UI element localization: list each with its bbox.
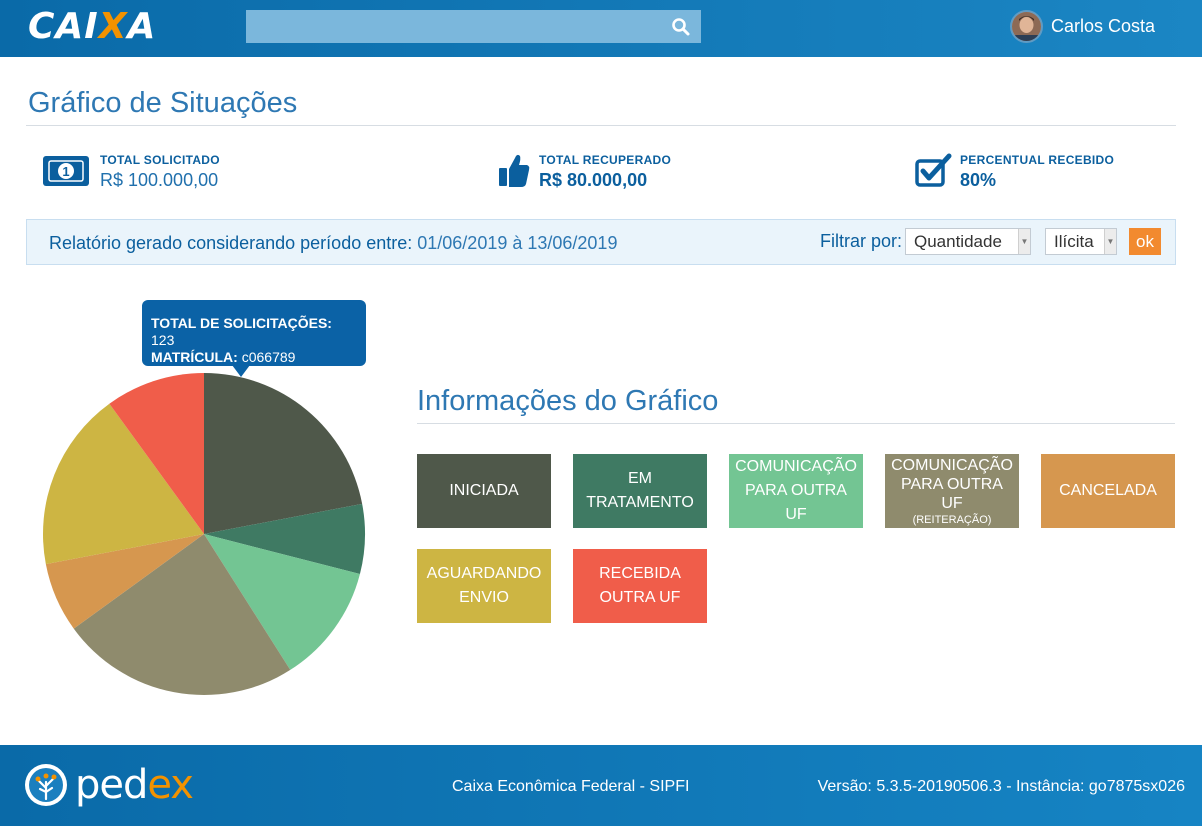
brand-b: e xyxy=(147,762,171,808)
money-bill-icon: 1 xyxy=(43,156,89,186)
brand-c: x xyxy=(170,762,194,808)
chart-tooltip: TOTAL DE SOLICITAÇÕES: 123 MATRÍCULA: c0… xyxy=(142,300,366,366)
legend-comunicacao[interactable]: COMUNICAÇÃO PARA OUTRA UF xyxy=(729,454,863,528)
situations-pie-chart xyxy=(43,373,365,695)
user-name[interactable]: Carlos Costa xyxy=(1051,16,1155,37)
filter-category-value: Ilícita xyxy=(1054,232,1094,251)
page-title: Gráfico de Situações xyxy=(28,87,298,119)
tooltip-caret xyxy=(232,365,250,377)
user-photo-icon xyxy=(1012,11,1041,41)
top-header: CAIXA Carlos Costa xyxy=(0,0,1202,57)
legend-line1: COMUNICAÇÃO xyxy=(891,456,1013,474)
legend-comunicacao-reiteracao[interactable]: COMUNICAÇÃO PARA OUTRA UF (REITERAÇÃO) xyxy=(885,454,1019,528)
filter-type-select[interactable]: Quantidade ▼ xyxy=(905,228,1031,255)
logo-text-x: X xyxy=(98,5,128,47)
period-value: 01/06/2019 à 13/06/2019 xyxy=(417,233,618,253)
filter-bar: Relatório gerado considerando período en… xyxy=(26,219,1176,265)
tooltip-total-label: TOTAL DE SOLICITAÇÕES: xyxy=(151,315,332,331)
stat-label: PERCENTUAL RECEBIDO xyxy=(960,153,1115,167)
tooltip-matricula-label: MATRÍCULA: xyxy=(151,349,238,365)
legend-line2: OUTRA UF xyxy=(599,589,681,606)
chevron-down-icon: ▼ xyxy=(1104,229,1116,254)
logo-text-a: CAI xyxy=(28,5,99,47)
checkbox-check-icon xyxy=(915,153,952,187)
legend-cancelada[interactable]: CANCELADA xyxy=(1041,454,1175,528)
brand-a: ped xyxy=(75,762,148,808)
tree-emblem-icon xyxy=(25,764,67,806)
legend-recebida-outra-uf[interactable]: RECEBIDA OUTRA UF xyxy=(573,549,707,623)
filter-category-select[interactable]: Ilícita ▼ xyxy=(1045,228,1117,255)
pedex-logo[interactable]: pedex xyxy=(23,762,194,808)
avatar xyxy=(1010,9,1043,43)
stat-total-solicitado: 1 TOTAL SOLICITADO R$ 100.000,00 xyxy=(42,150,220,192)
title-divider xyxy=(26,125,1176,126)
info-divider xyxy=(417,423,1175,424)
stat-value: 80% xyxy=(960,170,997,190)
legend-line1: EM xyxy=(628,470,652,487)
legend-line2: ENVIO xyxy=(459,589,509,606)
stat-value: R$ 100.000,00 xyxy=(100,170,219,190)
footer-company: Caixa Econômica Federal - SIPFI xyxy=(452,778,690,795)
filter-type-value: Quantidade xyxy=(914,232,1002,251)
chevron-down-icon: ▼ xyxy=(1018,229,1030,254)
legend-line2: TRATAMENTO xyxy=(586,494,694,511)
legend-line1: RECEBIDA xyxy=(599,565,681,582)
user-menu[interactable]: Carlos Costa xyxy=(1010,9,1155,43)
footer: pedex Caixa Econômica Federal - SIPFI Ve… xyxy=(0,745,1202,826)
legend-iniciada[interactable]: INICIADA xyxy=(417,454,551,528)
stat-label: TOTAL RECUPERADO xyxy=(539,153,672,167)
search-input[interactable] xyxy=(246,10,666,43)
tooltip-matricula-value: c066789 xyxy=(241,349,296,365)
legend-em-tratamento[interactable]: EM TRATAMENTO xyxy=(573,454,707,528)
legend-line1: COMUNICAÇÃO xyxy=(735,458,857,475)
search-icon[interactable] xyxy=(671,17,691,37)
search-box xyxy=(246,10,701,43)
ok-button[interactable]: ok xyxy=(1129,228,1161,255)
legend-line2: PARA OUTRA UF xyxy=(745,482,847,523)
legend-line2: PARA OUTRA UF xyxy=(901,475,1003,512)
period-label: Relatório gerado considerando período en… xyxy=(49,233,413,253)
caixa-logo[interactable]: CAIXA xyxy=(28,5,157,47)
legend-aguardando-envio[interactable]: AGUARDANDO ENVIO xyxy=(417,549,551,623)
legend-line1: CANCELADA xyxy=(1059,482,1157,499)
footer-version: Versão: 5.3.5-20190506.3 - Instância: go… xyxy=(817,778,1185,795)
legend-line1: INICIADA xyxy=(449,482,519,499)
stat-value: R$ 80.000,00 xyxy=(539,170,648,190)
legend-line1: AGUARDANDO xyxy=(426,565,542,582)
tooltip-total-value: 123 xyxy=(151,332,175,348)
thumbs-up-icon xyxy=(499,154,530,187)
stat-label: TOTAL SOLICITADO xyxy=(100,153,220,167)
filter-label: Filtrar por: xyxy=(820,231,903,251)
legend-small: (REITERAÇÃO) xyxy=(912,513,992,526)
logo-text-b: A xyxy=(127,5,157,47)
svg-text:1: 1 xyxy=(62,164,69,179)
stat-total-recuperado: TOTAL RECUPERADO R$ 80.000,00 xyxy=(497,150,671,192)
info-title: Informações do Gráfico xyxy=(417,385,719,417)
stat-percentual-recebido: PERCENTUAL RECEBIDO 80% xyxy=(914,150,1114,192)
